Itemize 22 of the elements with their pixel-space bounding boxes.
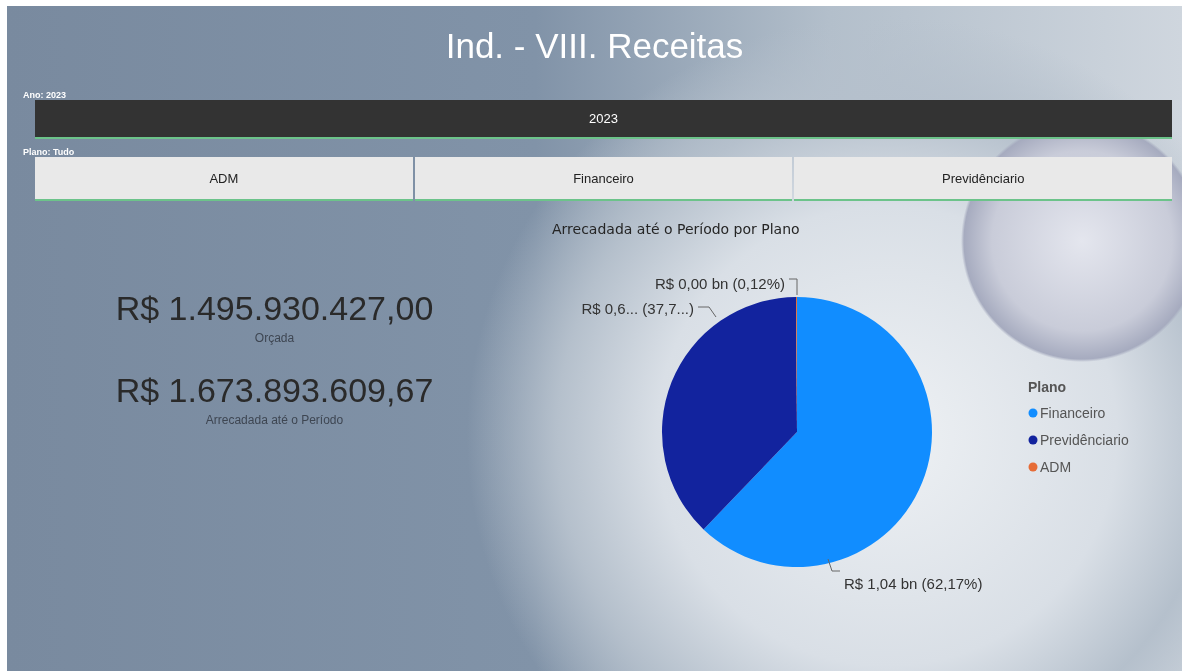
page-title: Ind. - VIII. Receitas — [444, 26, 745, 67]
kpi-value: R$ 1.673.893.609,67 — [115, 371, 434, 410]
kpi-label: Arrecadada até o Período — [205, 413, 344, 427]
kpi-value: R$ 1.495.930.427,00 — [115, 289, 434, 328]
leader-line — [827, 558, 841, 572]
data-label: R$ 0,6... (37,7...) — [581, 300, 694, 317]
legend-title: Plano — [1028, 379, 1067, 395]
slicer-header: Ano: 2023 — [23, 90, 67, 100]
slicer-option[interactable]: 2023 — [35, 100, 1172, 139]
chart-title: Arrecadada até o Período por Plano — [552, 221, 801, 239]
kpi-label: Orçada — [254, 331, 295, 345]
slicer-option[interactable]: Financeiro — [414, 157, 793, 201]
slicer-option[interactable]: Previdênciario — [794, 157, 1172, 201]
slicer-option[interactable]: ADM — [35, 157, 413, 201]
legend-label: ADM — [1040, 459, 1072, 475]
legend-label: Previdênciario — [1040, 432, 1129, 448]
data-label: R$ 1,04 bn (62,17%) — [844, 575, 983, 592]
legend-label: Financeiro — [1040, 405, 1106, 421]
slicer-header: Plano: Tudo — [23, 147, 76, 157]
leader-line — [697, 306, 717, 318]
data-label: R$ 0,00 bn (0,12%) — [654, 275, 785, 292]
leader-line — [788, 278, 798, 296]
